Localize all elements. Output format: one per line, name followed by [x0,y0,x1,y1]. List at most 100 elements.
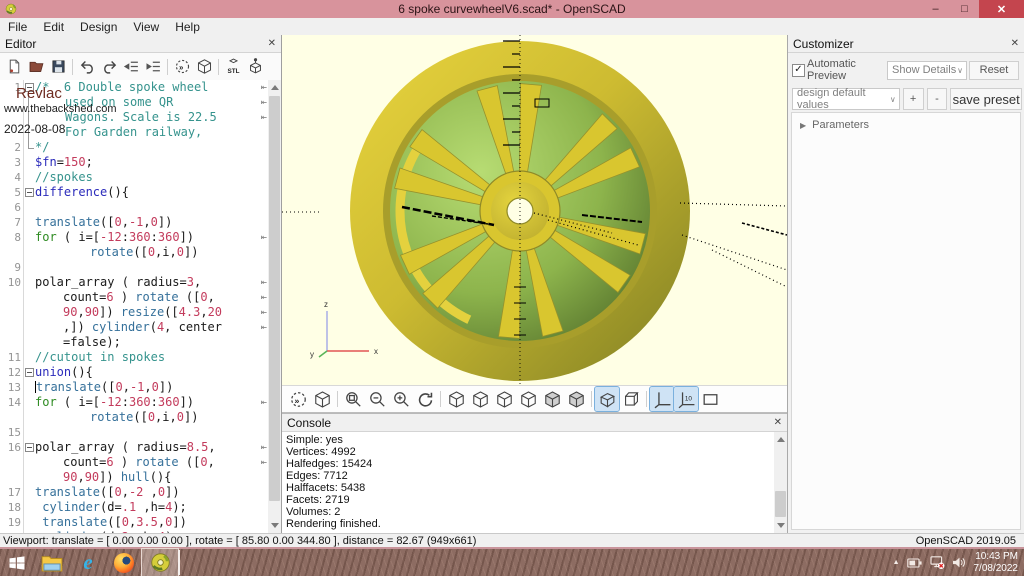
editor-scrollbar[interactable] [268,80,281,533]
minimize-button[interactable]: – [921,0,950,18]
code-line[interactable]: 11//cutout in spokes [0,350,268,365]
fold-marker-icon[interactable] [23,80,35,95]
scroll-up-icon[interactable] [777,437,785,442]
view-right-button[interactable] [444,387,468,411]
taskbar-openscad-active[interactable] [142,549,178,576]
parameters-section[interactable]: ▶ Parameters [792,113,1020,131]
console-close-icon[interactable]: ✕ [774,417,782,428]
start-button[interactable] [0,549,34,576]
maximize-button[interactable]: □ [950,0,979,18]
redo-button[interactable] [98,56,120,78]
show-scale-markers-button[interactable] [674,387,698,411]
fold-marker-icon[interactable] [23,365,35,380]
code-line[interactable]: For Garden railway, [0,125,268,140]
code-line[interactable]: 17translate([0,-2 ,0]) [0,485,268,500]
code-line[interactable]: Wagons. Scale is 22.5⇤ [0,110,268,125]
undo-button[interactable] [76,56,98,78]
editor-close-icon[interactable]: ✕ [268,38,276,49]
scroll-down-icon[interactable] [271,523,279,528]
code-line[interactable]: 1/* 6 Double spoke wheel⇤ [0,80,268,95]
unindent-button[interactable] [120,56,142,78]
save-preset-button[interactable]: save preset [950,88,1022,110]
code-line[interactable]: count=6 ) rotate ([0,⇤ [0,455,268,470]
code-line[interactable]: 6 [0,200,268,215]
export-image-button[interactable] [244,56,266,78]
3d-viewport[interactable]: z x y [282,35,787,385]
scroll-up-icon[interactable] [271,85,279,90]
reset-button[interactable]: Reset [969,61,1019,80]
automatic-preview-checkbox[interactable]: ✓ [792,64,805,77]
new-file-button[interactable] [3,56,25,78]
render-button[interactable] [310,387,334,411]
preview-button[interactable] [286,387,310,411]
view-top-button[interactable] [468,387,492,411]
battery-icon[interactable] [907,557,923,569]
code-line[interactable]: 18 cylinder(d=.1 ,h=4); [0,500,268,515]
view-orthogonal-button[interactable] [619,387,643,411]
show-details-dropdown[interactable]: Show Details ∨ [887,61,967,80]
code-line[interactable]: ,]) cylinder(4, center⇤ [0,320,268,335]
zoom-out-button[interactable] [365,387,389,411]
code-line[interactable]: 90,90]) hull(){ [0,470,268,485]
code-line[interactable]: 15 [0,425,268,440]
code-line[interactable]: used on some QR⇤ [0,95,268,110]
view-bottom-button[interactable] [492,387,516,411]
render-button[interactable] [193,56,215,78]
console-scrollbar[interactable] [774,432,787,533]
code-line[interactable]: 10polar_array ( radius=3,⇤ [0,275,268,290]
preview-button[interactable] [171,56,193,78]
taskbar-internet-explorer[interactable]: e [70,549,106,576]
view-back-button[interactable] [564,387,588,411]
show-axes-button[interactable] [650,387,674,411]
taskbar-clock[interactable]: 10:43 PM 7/08/2022 [974,551,1019,575]
code-line[interactable]: 4//spokes [0,170,268,185]
console-scroll-thumb[interactable] [775,491,786,517]
fold-marker-icon[interactable] [23,185,35,200]
menu-design[interactable]: Design [72,20,125,34]
menu-edit[interactable]: Edit [35,20,72,34]
scroll-down-icon[interactable] [777,523,785,528]
zoom-all-button[interactable] [341,387,365,411]
volume-icon[interactable] [952,556,967,569]
code-line[interactable]: count=6 ) rotate ([0,⇤ [0,290,268,305]
code-line[interactable]: 9 [0,260,268,275]
menu-file[interactable]: File [0,20,35,34]
hidden-icons-caret[interactable]: ▲ [893,559,900,566]
save-file-button[interactable] [47,56,69,78]
code-line[interactable]: =false); [0,335,268,350]
preset-dropdown[interactable]: design default values ∨ [792,88,900,110]
code-line[interactable]: 8for ( i=[-12:360:360])⇤ [0,230,268,245]
taskbar-firefox[interactable] [106,549,142,576]
view-left-button[interactable] [516,387,540,411]
code-line[interactable]: 16polar_array ( radius=8.5,⇤ [0,440,268,455]
code-line[interactable]: 90,90]) resize([4.3,20⇤ [0,305,268,320]
code-line[interactable]: rotate([0,i,0]) [0,410,268,425]
open-file-button[interactable] [25,56,47,78]
zoom-in-button[interactable] [389,387,413,411]
code-line[interactable]: 19 translate([0,3.5,0]) [0,515,268,530]
code-line[interactable]: 12union(){ [0,365,268,380]
view-perspective-button[interactable] [595,387,619,411]
editor-scroll-thumb[interactable] [269,96,280,501]
code-line[interactable]: 5difference(){ [0,185,268,200]
indent-button[interactable] [142,56,164,78]
menu-help[interactable]: Help [167,20,208,34]
view-all-button[interactable] [698,387,722,411]
close-button[interactable]: ✕ [979,0,1024,18]
code-line[interactable]: 14for ( i=[-12:360:360])⇤ [0,395,268,410]
fold-marker-icon[interactable] [23,440,35,455]
code-line[interactable]: rotate([0,i,0]) [0,245,268,260]
taskbar-file-explorer[interactable] [34,549,70,576]
code-line[interactable]: 13translate([0,-1,0]) [0,380,268,395]
menu-view[interactable]: View [125,20,167,34]
add-preset-button[interactable]: + [903,88,924,110]
reset-view-button[interactable] [413,387,437,411]
network-icon[interactable] [930,556,945,569]
code-line[interactable]: 7translate([0,-1,0]) [0,215,268,230]
code-editor[interactable]: 1/* 6 Double spoke wheel⇤used on some QR… [0,80,268,533]
export-stl-button[interactable] [222,56,244,78]
customizer-close-icon[interactable]: ✕ [1011,38,1019,49]
code-line[interactable]: 2*/ [0,140,268,155]
remove-preset-button[interactable]: - [927,88,948,110]
view-front-button[interactable] [540,387,564,411]
